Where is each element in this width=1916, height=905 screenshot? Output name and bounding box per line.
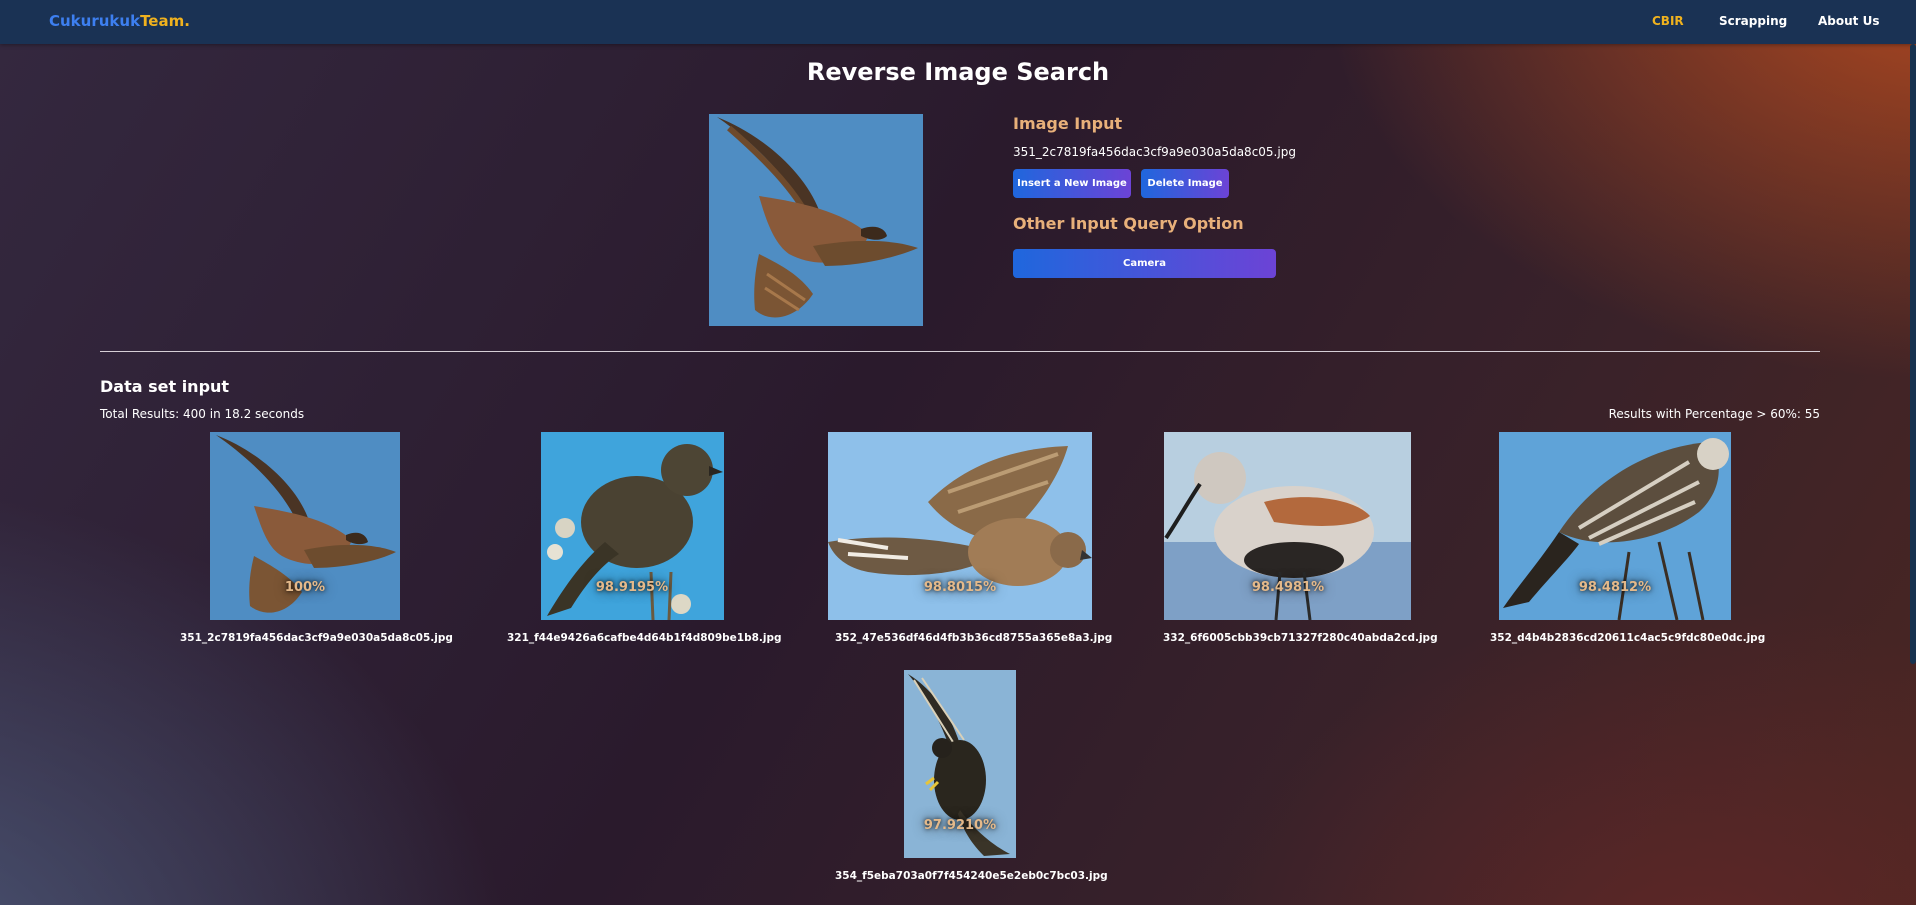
page-title: Reverse Image Search [806,58,1110,86]
similarity-percentage: 98.9195% [595,580,669,595]
result-card[interactable]: 98.9195% 321_f44e9426a6cafbe4d64b1f4d809… [507,432,782,644]
image-input-heading: Image Input [1013,114,1123,133]
top-navbar: CukurukukTeam. CBIR Scrapping About Us [0,0,1916,44]
delete-image-button[interactable]: Delete Image [1141,169,1229,198]
brand-name-part1: Cukurukuk [49,12,141,30]
total-results-text: Total Results: 400 in 18.2 seconds [100,407,305,421]
result-filename: 332_6f6005cbb39cb71327f280c40abda2cd.jpg [1163,632,1438,644]
result-card[interactable]: 97.9210% 354_f5eba703a0f7f454240e5e2eb0c… [835,670,1108,882]
other-input-heading: Other Input Query Option [1013,214,1244,233]
result-filename: 352_47e536df46d4fb3b36cd8755a365e8a3.jpg [835,632,1113,644]
insert-new-image-button[interactable]: Insert a New Image [1013,169,1131,198]
camera-button[interactable]: Camera [1013,249,1276,278]
result-filename: 352_d4b4b2836cd20611c4ac5c9fdc80e0dc.jpg [1490,632,1766,644]
result-card[interactable]: 98.4981% 332_6f6005cbb39cb71327f280c40ab… [1163,432,1438,644]
query-image-hawk [709,114,923,326]
nav-link-cbir[interactable]: CBIR [1652,14,1684,28]
result-card[interactable]: 98.8015% 352_47e536df46d4fb3b36cd8755a36… [828,432,1113,644]
page-scrollbar[interactable] [1910,44,1916,664]
nav-link-about-us[interactable]: About Us [1818,14,1879,28]
result-filename: 354_f5eba703a0f7f454240e5e2eb0c7bc03.jpg [835,870,1108,882]
result-filename: 351_2c7819fa456dac3cf9a9e030a5da8c05.jpg [180,632,453,644]
result-card[interactable]: 100% 351_2c7819fa456dac3cf9a9e030a5da8c0… [180,432,453,644]
result-filename: 321_f44e9426a6cafbe4d64b1f4d809be1b8.jpg [507,632,782,644]
similarity-percentage: 100% [284,580,326,595]
query-filename: 351_2c7819fa456dac3cf9a9e030a5da8c05.jpg [1013,145,1296,159]
nav-link-scrapping[interactable]: Scrapping [1719,14,1787,28]
dataset-title: Data set input [100,377,230,396]
section-divider [100,351,1820,352]
similarity-percentage: 98.8015% [923,580,997,595]
similarity-percentage: 98.4812% [1578,580,1652,595]
threshold-results-text: Results with Percentage > 60%: 55 [1608,407,1820,421]
similarity-percentage: 98.4981% [1251,580,1325,595]
brand-name-part2: Team. [140,12,190,30]
brand-logo[interactable]: CukurukukTeam. [49,12,190,30]
similarity-percentage: 97.9210% [923,818,997,833]
result-card[interactable]: 98.4812% 352_d4b4b2836cd20611c4ac5c9fdc8… [1490,432,1766,644]
